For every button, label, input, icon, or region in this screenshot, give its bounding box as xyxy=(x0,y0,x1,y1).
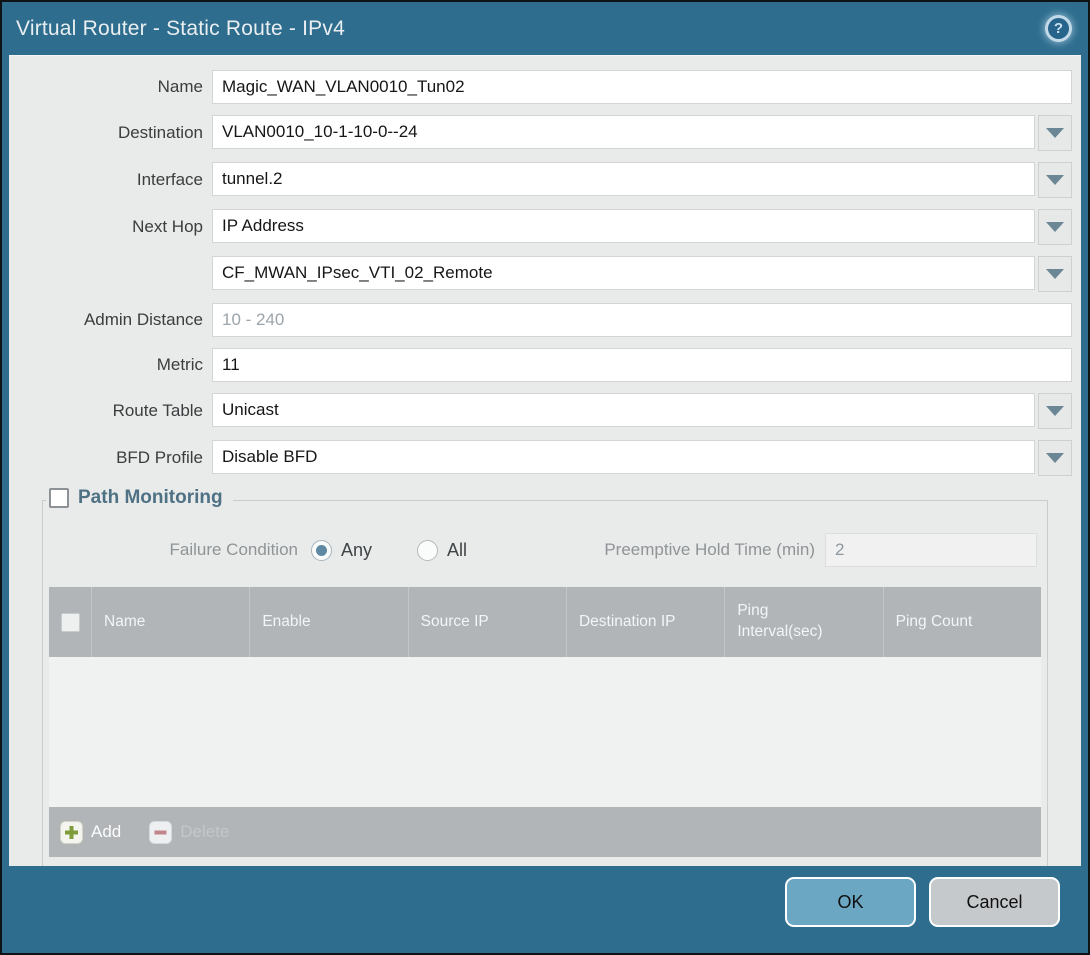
next-hop-address-input[interactable] xyxy=(212,256,1035,290)
interface-dropdown-button[interactable] xyxy=(1038,162,1072,198)
plus-icon xyxy=(60,821,83,844)
route-table-dropdown-button[interactable] xyxy=(1038,393,1072,429)
interface-input[interactable] xyxy=(212,162,1035,196)
column-header-ping-interval: Ping Interval(sec) xyxy=(724,587,882,657)
table-header-row: Name Enable Source IP Destination IP Pin… xyxy=(49,587,1041,657)
next-hop-type-input[interactable] xyxy=(212,209,1035,243)
column-header-enable: Enable xyxy=(249,587,407,657)
help-icon[interactable]: ? xyxy=(1045,15,1072,42)
destination-input[interactable] xyxy=(212,115,1035,149)
path-monitoring-table: Name Enable Source IP Destination IP Pin… xyxy=(49,587,1041,857)
admin-distance-label: Admin Distance xyxy=(18,310,212,330)
minus-icon xyxy=(149,821,172,844)
field-row-next-hop-address xyxy=(18,256,1072,292)
path-monitoring-legend: Path Monitoring xyxy=(46,487,233,509)
name-label: Name xyxy=(18,77,212,97)
next-hop-dropdown-button[interactable] xyxy=(1038,209,1072,245)
failure-condition-any-radio[interactable] xyxy=(311,540,332,561)
interface-label: Interface xyxy=(18,170,212,190)
chevron-down-icon xyxy=(1046,453,1064,463)
field-row-name: Name xyxy=(18,70,1072,104)
help-icon-glyph: ? xyxy=(1048,18,1069,39)
table-header-checkbox-cell xyxy=(49,587,91,657)
column-header-destination-ip: Destination IP xyxy=(566,587,724,657)
ok-button[interactable]: OK xyxy=(785,877,916,927)
delete-button-label: Delete xyxy=(180,822,229,842)
chevron-down-icon xyxy=(1046,222,1064,232)
path-monitoring-section: Path Monitoring Failure Condition Any Al… xyxy=(42,500,1048,866)
field-row-interface: Interface xyxy=(18,162,1072,198)
failure-condition-all-label: All xyxy=(447,540,467,561)
dialog-body: Name Destination Interface xyxy=(9,55,1081,866)
table-body-empty xyxy=(49,657,1041,807)
field-row-route-table: Route Table xyxy=(18,393,1072,429)
name-input[interactable] xyxy=(212,70,1072,104)
field-row-next-hop: Next Hop xyxy=(18,209,1072,245)
chevron-down-icon xyxy=(1046,128,1064,138)
preemptive-hold-time-input[interactable] xyxy=(825,533,1037,567)
dialog-footer: OK Cancel xyxy=(2,866,1088,953)
add-button[interactable]: Add xyxy=(60,821,121,844)
static-route-dialog: Virtual Router - Static Route - IPv4 ? N… xyxy=(0,0,1090,955)
failure-condition-all-radio[interactable] xyxy=(417,540,438,561)
column-header-source-ip: Source IP xyxy=(408,587,566,657)
path-monitoring-title: Path Monitoring xyxy=(78,487,223,509)
bfd-profile-label: BFD Profile xyxy=(18,448,212,468)
field-row-destination: Destination xyxy=(18,115,1072,151)
next-hop-label: Next Hop xyxy=(18,217,212,237)
chevron-down-icon xyxy=(1046,406,1064,416)
add-button-label: Add xyxy=(91,822,121,842)
field-row-metric: Metric xyxy=(18,348,1072,382)
admin-distance-input[interactable] xyxy=(212,303,1072,337)
metric-input[interactable] xyxy=(212,348,1072,382)
metric-label: Metric xyxy=(18,355,212,375)
failure-condition-row: Failure Condition Any All Preemptive Hol… xyxy=(43,533,1047,567)
route-table-input[interactable] xyxy=(212,393,1035,427)
failure-condition-any-label: Any xyxy=(341,540,372,561)
column-header-ping-count: Ping Count xyxy=(883,587,1041,657)
bfd-profile-dropdown-button[interactable] xyxy=(1038,440,1072,476)
titlebar: Virtual Router - Static Route - IPv4 ? xyxy=(2,2,1088,55)
chevron-down-icon xyxy=(1046,269,1064,279)
dialog-title: Virtual Router - Static Route - IPv4 xyxy=(16,17,345,41)
path-monitoring-checkbox[interactable] xyxy=(49,488,69,508)
cancel-button[interactable]: Cancel xyxy=(929,877,1060,927)
select-all-checkbox[interactable] xyxy=(61,613,80,632)
delete-button[interactable]: Delete xyxy=(149,821,229,844)
field-row-bfd-profile: BFD Profile xyxy=(18,440,1072,476)
preemptive-hold-time-label: Preemptive Hold Time (min) xyxy=(604,540,825,560)
field-row-admin-distance: Admin Distance xyxy=(18,303,1072,337)
destination-label: Destination xyxy=(18,123,212,143)
column-header-name: Name xyxy=(91,587,249,657)
table-toolbar: Add Delete xyxy=(49,807,1041,857)
failure-condition-label: Failure Condition xyxy=(43,540,311,560)
bfd-profile-input[interactable] xyxy=(212,440,1035,474)
destination-dropdown-button[interactable] xyxy=(1038,115,1072,151)
next-hop-address-dropdown-button[interactable] xyxy=(1038,256,1072,292)
chevron-down-icon xyxy=(1046,175,1064,185)
route-table-label: Route Table xyxy=(18,401,212,421)
